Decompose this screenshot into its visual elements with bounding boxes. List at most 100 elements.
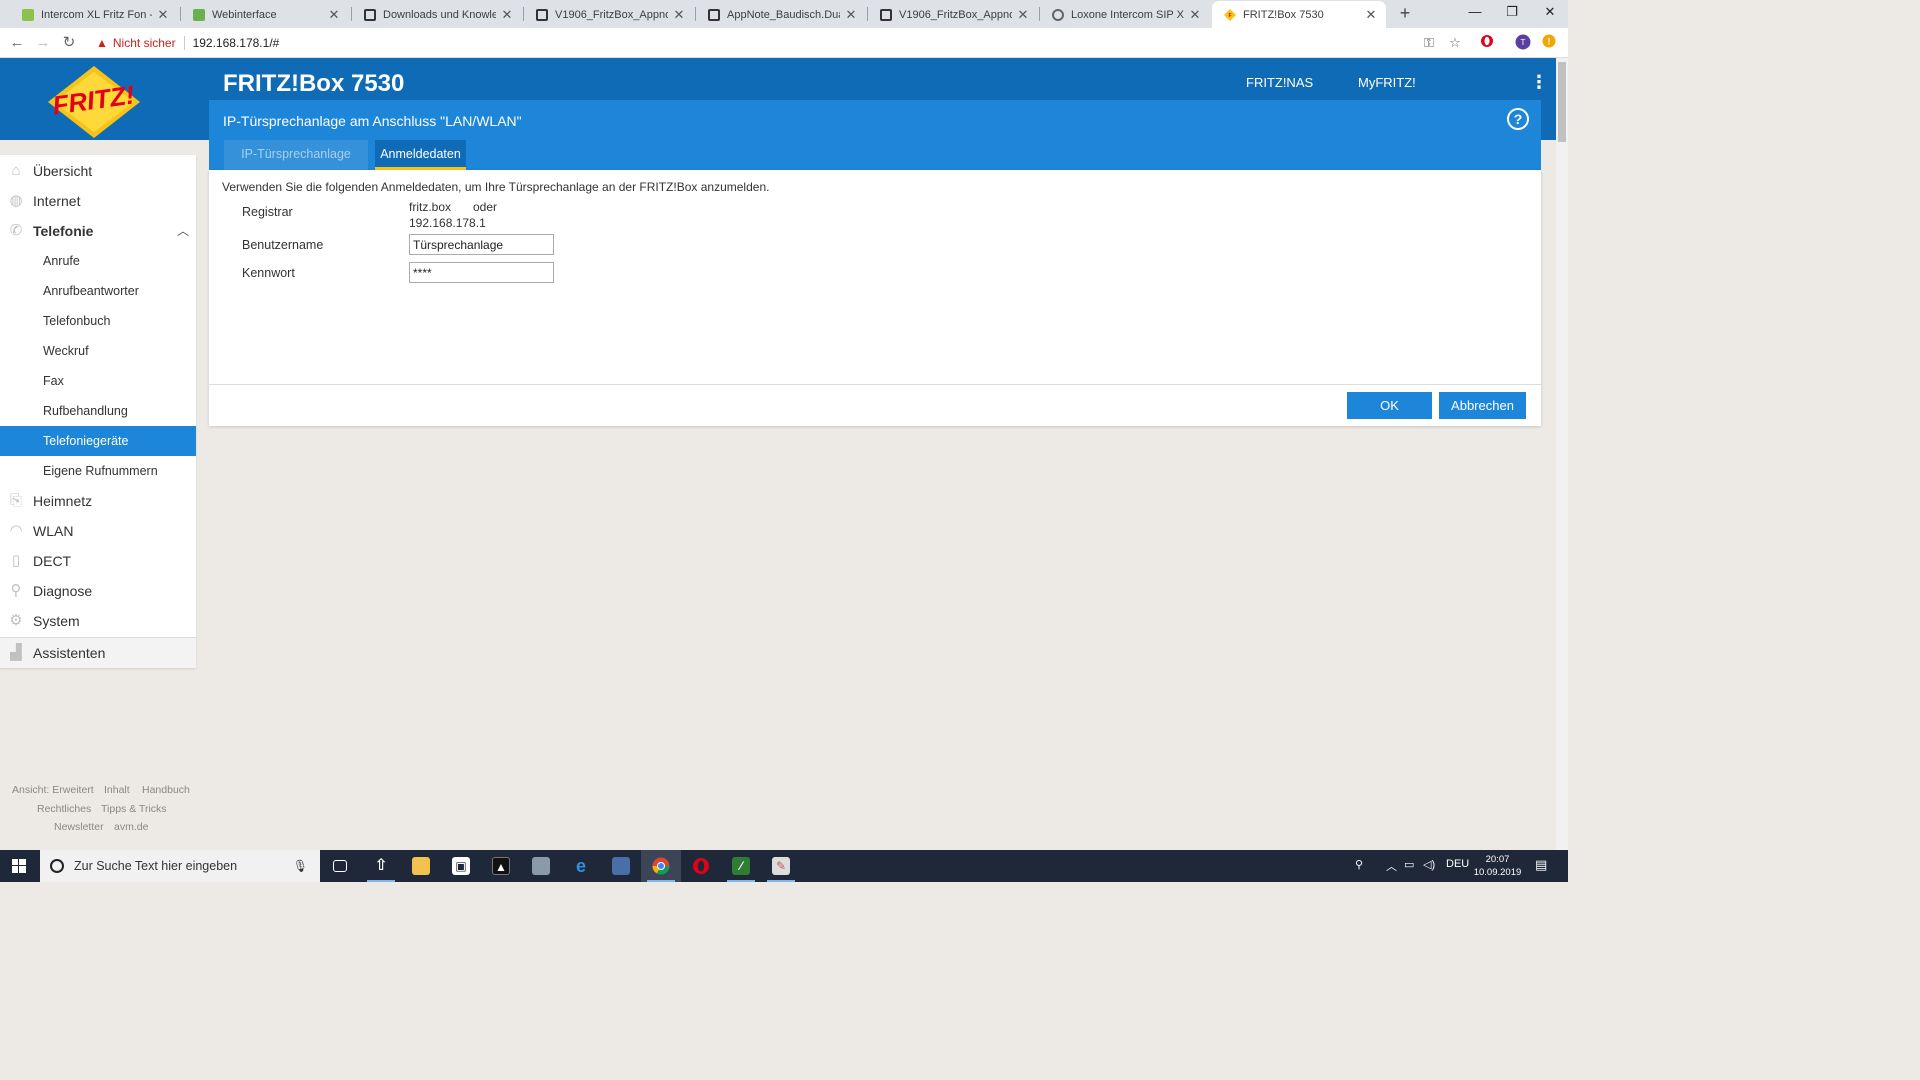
close-tab-icon[interactable]: ✕: [500, 7, 514, 23]
close-tab-icon[interactable]: ✕: [327, 7, 341, 23]
browser-tab[interactable]: Downloads und Knowledge ✕: [352, 1, 522, 28]
browser-tab[interactable]: AppNote_Baudisch.DualCom ✕: [696, 1, 866, 28]
cancel-button[interactable]: Abbrechen: [1439, 392, 1526, 419]
browser-tab[interactable]: Webinterface ✕: [181, 1, 349, 28]
sidebar-item-internet[interactable]: ◍ Internet: [0, 186, 196, 216]
notifications-icon[interactable]: ▤: [1535, 857, 1547, 873]
new-tab-button[interactable]: +: [1395, 3, 1415, 23]
close-window-icon[interactable]: ✕: [1530, 0, 1570, 24]
browser-tab[interactable]: V1906_FritzBox_Appnote.pd ✕: [868, 1, 1038, 28]
globe-icon: ◍: [9, 192, 23, 209]
opera-extension-icon[interactable]: [1478, 34, 1496, 52]
sidebar-item-telefonbuch[interactable]: Telefonbuch: [0, 306, 196, 336]
fritznas-link[interactable]: FRITZ!NAS: [1246, 75, 1313, 90]
language-indicator[interactable]: DEU: [1446, 858, 1469, 870]
key-icon[interactable]: ⚿: [1420, 34, 1438, 52]
sidebar-item-rufbehandlung[interactable]: Rufbehandlung: [0, 396, 196, 426]
sidebar-item-fax[interactable]: Fax: [0, 366, 196, 396]
taskbar-clock[interactable]: 20:07 10.09.2019: [1470, 853, 1525, 879]
dialog-title: IP-Türsprechanlage am Anschluss "LAN/WLA…: [223, 113, 522, 129]
footer-link-inhalt[interactable]: Inhalt: [104, 784, 130, 796]
opera-icon[interactable]: [681, 850, 721, 882]
browser-tab[interactable]: V1906_FritzBox_Appnote.pd ✕: [524, 1, 694, 28]
footer-link-ansicht[interactable]: Ansicht: Erweitert: [12, 784, 94, 796]
browser-tab[interactable]: Loxone Intercom SIP XL ✕: [1040, 1, 1210, 28]
dialog-content: Verwenden Sie die folgenden Anmeldedaten…: [209, 170, 1541, 426]
restore-window-icon[interactable]: ❐: [1492, 0, 1532, 24]
close-tab-icon[interactable]: ✕: [844, 7, 858, 23]
paint-icon[interactable]: ✎: [761, 850, 801, 882]
sidebar-item-heimnetz[interactable]: ⎘ Heimnetz: [0, 486, 196, 516]
sidebar-item-telefonie[interactable]: ✆ Telefonie ︿: [0, 216, 196, 246]
back-icon[interactable]: ←: [7, 33, 27, 53]
forward-icon[interactable]: →: [33, 33, 53, 53]
update-alert-icon[interactable]: !: [1540, 34, 1558, 52]
taskbar-search[interactable]: Zur Suche Text hier eingeben 🎙: [40, 850, 320, 882]
network-tool-icon[interactable]: [601, 850, 641, 882]
task-view-icon[interactable]: [320, 850, 360, 882]
footer-link-rechtliches[interactable]: Rechtliches: [37, 803, 91, 815]
sidebar-item-weckruf[interactable]: Weckruf: [0, 336, 196, 366]
tray-chevron-icon[interactable]: ︿: [1386, 858, 1397, 874]
profile-avatar[interactable]: T: [1514, 34, 1532, 52]
dialog-divider: [209, 384, 1541, 385]
edge-icon[interactable]: e: [561, 850, 601, 882]
close-tab-icon[interactable]: ✕: [156, 7, 170, 23]
upload-app-icon[interactable]: ⇧: [361, 850, 401, 882]
globe-icon: [1052, 8, 1064, 21]
file-explorer-icon[interactable]: [401, 850, 441, 882]
network-tray-icon[interactable]: ▭: [1404, 858, 1414, 871]
microphone-icon[interactable]: 🎙: [293, 859, 308, 873]
security-status[interactable]: Nicht sicher: [113, 36, 176, 50]
people-icon[interactable]: ⚲: [1355, 858, 1363, 871]
sidebar-item-telefoniegeraete[interactable]: Telefoniegeräte: [0, 426, 196, 456]
footer-link-tipps[interactable]: Tipps & Tricks: [101, 803, 167, 815]
close-tab-icon[interactable]: ✕: [1016, 7, 1030, 23]
volume-icon[interactable]: ◁): [1423, 858, 1435, 871]
sidebar-item-uebersicht[interactable]: ⌂ Übersicht: [0, 156, 196, 186]
scrollbar-thumb[interactable]: [1558, 62, 1566, 142]
browser-tab[interactable]: Intercom XL Fritz Fon - loxfo ✕: [10, 1, 178, 28]
chevron-up-icon[interactable]: ︿: [177, 222, 189, 239]
ok-button[interactable]: OK: [1347, 392, 1432, 419]
sidebar-item-eigene-rufnummern[interactable]: Eigene Rufnummern: [0, 456, 196, 486]
sidebar-item-wlan[interactable]: ◠ WLAN: [0, 516, 196, 546]
tab-ip-tuersprechanlage[interactable]: IP-Türsprechanlage: [224, 140, 368, 170]
chrome-icon[interactable]: [641, 850, 681, 882]
svg-text:T: T: [1521, 38, 1526, 47]
help-icon[interactable]: ?: [1507, 108, 1529, 130]
app-icon[interactable]: ▲: [481, 850, 521, 882]
address-bar[interactable]: ▲ Nicht sicher 192.168.178.1/#: [90, 32, 1470, 54]
footer-link-handbuch[interactable]: Handbuch: [142, 784, 190, 796]
tab-anmeldedaten[interactable]: Anmeldedaten: [375, 140, 466, 170]
username-field[interactable]: [409, 234, 554, 255]
calculator-icon[interactable]: [521, 850, 561, 882]
sidebar-item-dect[interactable]: ▯ DECT: [0, 546, 196, 576]
close-tab-icon[interactable]: ✕: [1188, 7, 1202, 23]
sidebar-item-diagnose[interactable]: ⚲ Diagnose: [0, 576, 196, 606]
footer-link-avm[interactable]: avm.de: [114, 821, 148, 833]
sidebar-item-anrufbeantworter[interactable]: Anrufbeantworter: [0, 276, 196, 306]
close-tab-icon[interactable]: ✕: [672, 7, 686, 23]
page-scrollbar[interactable]: [1556, 58, 1568, 850]
footer-link-newsletter[interactable]: Newsletter: [54, 821, 104, 833]
star-icon[interactable]: ☆: [1446, 34, 1464, 52]
windows-taskbar: Zur Suche Text hier eingeben 🎙 ⇧ ▣ ▲ e ⁄…: [0, 850, 1568, 882]
windows-start-icon[interactable]: [0, 850, 38, 882]
reload-icon[interactable]: ↻: [59, 33, 79, 53]
browser-tab-active[interactable]: F FRITZ!Box 7530 ✕: [1212, 1, 1386, 28]
sidebar-item-assistenten[interactable]: ▟ Assistenten: [0, 638, 196, 668]
more-menu-icon[interactable]: ⋮: [1530, 72, 1548, 93]
sidebar-item-system[interactable]: ⚙ System: [0, 606, 196, 636]
close-tab-icon[interactable]: ✕: [1364, 7, 1378, 23]
sidebar-item-anrufe[interactable]: Anrufe: [0, 246, 196, 276]
myfritz-link[interactable]: MyFRITZ!: [1358, 75, 1416, 90]
minimize-window-icon[interactable]: —: [1455, 0, 1495, 24]
url-text[interactable]: 192.168.178.1/#: [193, 36, 280, 50]
password-field[interactable]: [409, 262, 554, 283]
store-icon[interactable]: ▣: [441, 850, 481, 882]
fritz-logo[interactable]: FRITZ!: [44, 64, 144, 138]
diagnosis-icon: ⚲: [10, 582, 22, 599]
sidebar-nav: ⌂ Übersicht ◍ Internet ✆ Telefonie ︿ Anr…: [0, 155, 196, 668]
terminal-icon[interactable]: ⁄: [721, 850, 761, 882]
